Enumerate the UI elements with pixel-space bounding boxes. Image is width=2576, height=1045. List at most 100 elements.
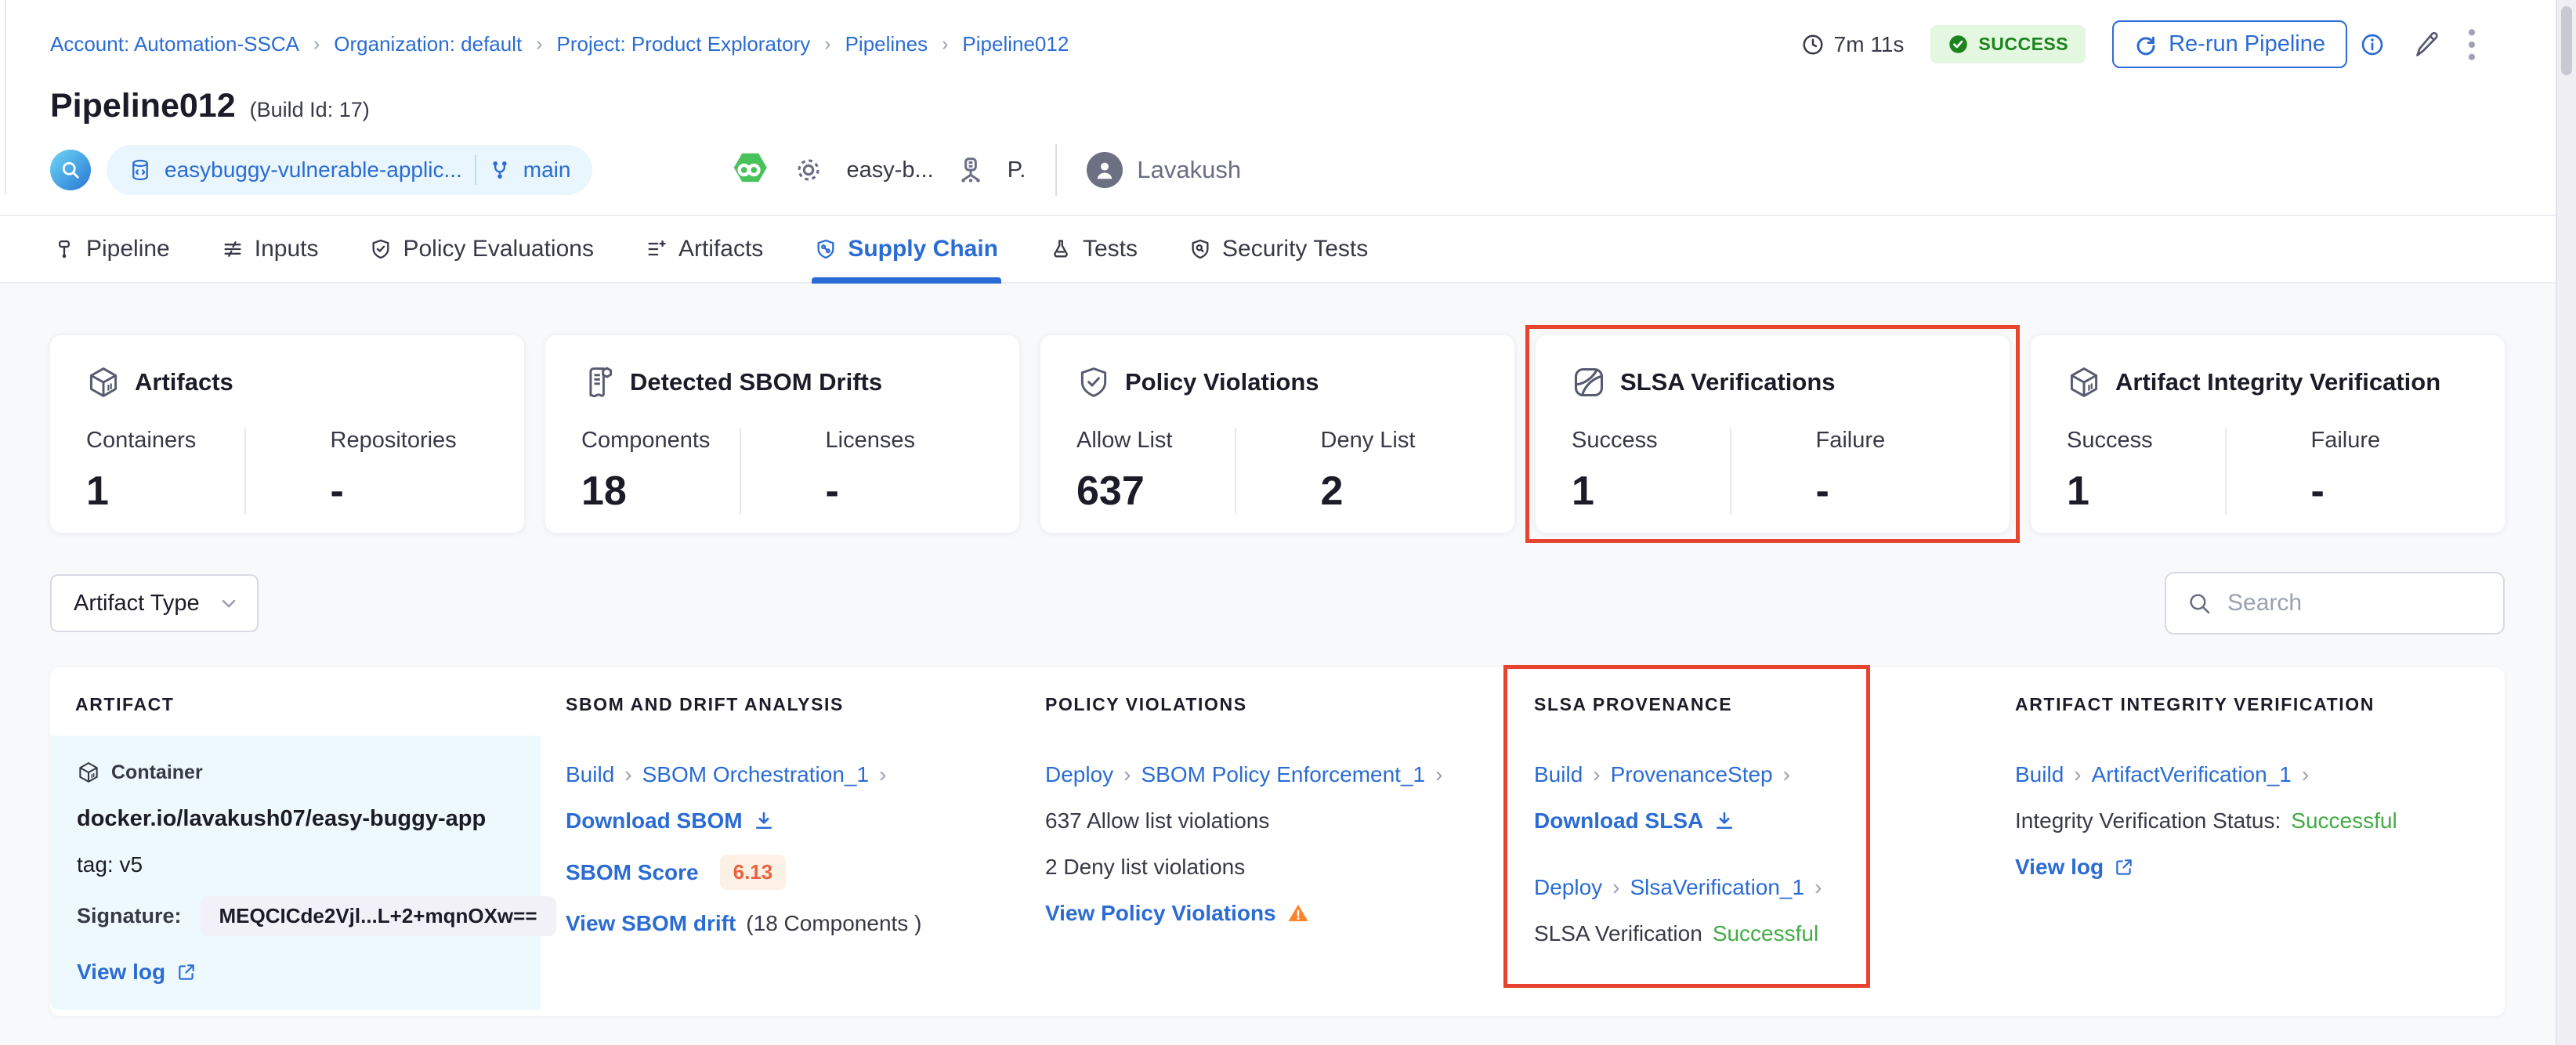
page: Account: Automation-SSCA › Organization:…	[0, 0, 2576, 1045]
stage-link[interactable]: Build	[2015, 762, 2064, 787]
rerun-pipeline-button[interactable]: Re-run Pipeline	[2112, 20, 2347, 68]
metric-slsa-failure: Failure -	[1729, 428, 1974, 515]
metric-value: -	[825, 468, 839, 514]
summary-card-sbom-drifts: Detected SBOM Drifts Components 18 Licen…	[545, 335, 1019, 533]
metric-allow-list: Allow List 637	[1076, 428, 1235, 515]
supply-chain-icon	[815, 238, 837, 260]
breadcrumb-pipeline012[interactable]: Pipeline012	[962, 32, 1069, 56]
artifact-type-label: Artifact Type	[74, 590, 200, 616]
chevron-separator: ›	[1435, 762, 1443, 786]
step-link[interactable]: SBOM Policy Enforcement_1	[1141, 762, 1426, 787]
metric-integrity-success: Success 1	[2067, 428, 2225, 515]
tab-security-tests[interactable]: Security Tests	[1186, 216, 1371, 282]
breadcrumb-project[interactable]: Project: Product Exploratory	[557, 32, 811, 56]
edit-pencil-icon[interactable]	[2411, 31, 2440, 59]
tab-policy-evaluations[interactable]: Policy Evaluations	[367, 216, 596, 282]
summary-card-policy-violations: Policy Violations Allow List 637 Deny Li…	[1040, 335, 1514, 533]
module-avatar-icon	[50, 150, 91, 190]
metric-label: Components	[581, 428, 711, 453]
tab-pipeline[interactable]: Pipeline	[50, 216, 173, 282]
card-title: SLSA Verifications	[1620, 368, 1836, 396]
shield-search-icon	[1189, 238, 1211, 260]
step-link[interactable]: SBOM Orchestration_1	[642, 762, 869, 787]
view-sbom-drift-link[interactable]: View SBOM drift	[566, 911, 736, 936]
vertical-divider	[1055, 144, 1058, 196]
allow-violations-text: 637 Allow list violations	[1045, 808, 1270, 833]
chevron-separator: ›	[1612, 875, 1620, 899]
artifact-type-label: Container	[111, 761, 203, 783]
breadcrumb-separator: ›	[313, 33, 320, 55]
view-log-link[interactable]: View log	[2015, 855, 2104, 880]
filter-row: Artifact Type	[50, 572, 2505, 635]
user-group: Lavakush	[1087, 152, 1241, 188]
drift-components-note: (18 Components )	[746, 911, 922, 935]
duration-text: 7m 11s	[1833, 31, 1905, 56]
artifact-type-dropdown[interactable]: Artifact Type	[50, 574, 259, 632]
tab-label: Supply Chain	[848, 236, 998, 262]
kebab-menu-icon[interactable]	[2466, 27, 2477, 62]
chevron-separator: ›	[2074, 762, 2082, 786]
repo-name: easybuggy-vulnerable-applic...	[165, 157, 462, 182]
tab-supply-chain[interactable]: Supply Chain	[812, 216, 1001, 284]
sbom-score-link[interactable]: SBOM Score	[566, 860, 699, 885]
metric-slsa-success: Success 1	[1572, 428, 1730, 515]
chevron-separator: ›	[1123, 762, 1131, 786]
signature-value[interactable]: MEQCICde2Vjl...L+2+mqnOXw==	[200, 896, 556, 936]
breadcrumb-organization[interactable]: Organization: default	[334, 32, 522, 56]
step-link[interactable]: ProvenanceStep	[1611, 762, 1773, 787]
tab-artifacts[interactable]: Artifacts	[642, 216, 766, 282]
step-link[interactable]: SlsaVerification_1	[1630, 875, 1805, 900]
metric-value: 1	[2067, 468, 2089, 514]
metric-containers: Containers 1	[86, 428, 244, 515]
stage-link[interactable]: Deploy	[1045, 762, 1113, 787]
user-name: Lavakush	[1137, 156, 1242, 183]
status-badge: SUCCESS	[1930, 25, 2086, 63]
stage-link[interactable]: Build	[566, 762, 614, 787]
view-policy-violations-link[interactable]: View Policy Violations	[1045, 901, 1276, 926]
trigger-pipeline-name[interactable]: easy-b...	[846, 157, 933, 183]
chevron-separator: ›	[624, 762, 632, 786]
pipeline-icon	[53, 238, 75, 260]
metric-value: 18	[581, 468, 627, 514]
download-slsa-link[interactable]: Download SLSA	[1534, 808, 1703, 833]
column-header-slsa: SLSA PROVENANCE	[1534, 694, 1733, 714]
artifact-cell: Container docker.io/lavakush07/easy-bugg…	[50, 736, 556, 1010]
header: Account: Automation-SSCA › Organization:…	[0, 0, 2576, 215]
warning-triangle-icon	[1286, 902, 1310, 925]
tab-inputs[interactable]: Inputs	[219, 216, 322, 282]
scrollbar[interactable]	[2556, 0, 2576, 1045]
integrity-status-label: Integrity Verification Status:	[2015, 808, 2281, 833]
deny-violations-text: 2 Deny list violations	[1045, 855, 1246, 879]
step-link[interactable]: ArtifactVerification_1	[2092, 762, 2292, 787]
page-title: Pipeline012	[50, 87, 236, 125]
slsa-status-label: SLSA Verification	[1534, 921, 1702, 946]
card-title: Detected SBOM Drifts	[630, 368, 883, 396]
breadcrumb-account[interactable]: Account: Automation-SSCA	[50, 32, 299, 56]
view-log-link[interactable]: View log	[77, 960, 165, 985]
policy-cell: Deploy › SBOM Policy Enforcement_1 › 637…	[1020, 736, 1509, 1016]
breadcrumb-pipelines[interactable]: Pipelines	[845, 32, 928, 56]
tab-tests[interactable]: Tests	[1047, 216, 1141, 282]
search-input[interactable]	[2226, 589, 2483, 617]
scrollbar-thumb[interactable]	[2561, 6, 2572, 75]
supply-chain-content: Artifacts Containers 1 Repositories - De…	[0, 284, 2576, 1045]
metric-label: Deny List	[1320, 428, 1416, 453]
stage-link[interactable]: Build	[1534, 762, 1583, 787]
summary-card-slsa-verifications: SLSA Verifications Success 1 Failure -	[1525, 325, 2020, 543]
metric-label: Containers	[86, 428, 197, 453]
tab-bar: Pipeline Inputs Policy Evaluations Artif…	[0, 215, 2576, 284]
integrity-cell: Build › ArtifactVerification_1 › Integri…	[1990, 736, 2505, 1016]
flask-icon	[1050, 238, 1072, 260]
metric-label: Failure	[2310, 428, 2381, 453]
stage-link[interactable]: Deploy	[1534, 875, 1602, 900]
metric-label: Allow List	[1076, 428, 1173, 453]
external-link-icon	[2114, 857, 2134, 877]
repo-branch-pill[interactable]: easybuggy-vulnerable-applic... main	[107, 145, 593, 195]
signature-label: Signature:	[77, 904, 182, 927]
trigger-short-name[interactable]: P.	[1008, 157, 1026, 183]
sbom-cell: Build › SBOM Orchestration_1 › Download …	[541, 736, 1020, 1016]
download-sbom-link[interactable]: Download SBOM	[566, 808, 743, 833]
info-icon[interactable]	[2360, 32, 2385, 57]
column-header-sbom: SBOM AND DRIFT ANALYSIS	[566, 694, 844, 714]
